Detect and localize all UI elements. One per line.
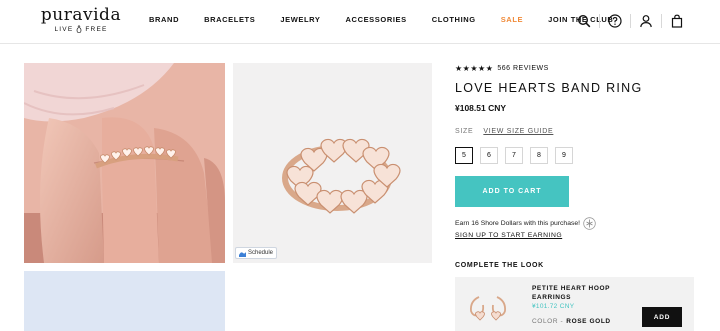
main-nav: BRAND BRACELETS JEWELRY ACCESSORIES CLOT…: [149, 15, 638, 25]
size-option-7[interactable]: 7: [505, 147, 523, 164]
signup-link[interactable]: SIGN UP TO START EARNING: [455, 232, 562, 239]
bag-icon[interactable]: [668, 12, 686, 30]
product-image-ring[interactable]: [233, 63, 432, 263]
recommended-item-price: ¥101.72 CNY: [532, 303, 575, 310]
complete-the-look-card: PETITE HEART HOOP EARRINGS ¥101.72 CNY C…: [455, 277, 694, 331]
star-icon: ★: [455, 64, 463, 73]
account-icon[interactable]: [637, 12, 655, 30]
size-guide-link[interactable]: VIEW SIZE GUIDE: [483, 128, 553, 135]
add-recommended-button[interactable]: ADD: [642, 307, 682, 327]
shore-dollars-icon: [583, 217, 596, 230]
logo-tagline: LIVE FREE: [40, 25, 122, 33]
header-divider: [630, 14, 631, 28]
color-label: COLOR -: [532, 318, 564, 325]
wave-icon: [239, 251, 246, 257]
logo-wordmark: puravida: [40, 5, 122, 25]
star-icon: ★: [478, 64, 486, 73]
size-option-6[interactable]: 6: [480, 147, 498, 164]
nav-clothing[interactable]: CLOTHING: [432, 15, 476, 25]
product-title: LOVE HEARTS BAND RING: [455, 81, 643, 95]
complete-the-look-heading: COMPLETE THE LOOK: [455, 262, 544, 269]
size-label: SIZE: [455, 128, 474, 135]
help-icon[interactable]: [606, 12, 624, 30]
star-icon: ★: [485, 64, 493, 73]
star-icon: ★: [470, 64, 478, 73]
logo-tagline-right: FREE: [85, 25, 108, 33]
recommended-item-color[interactable]: COLOR - ROSE GOLD: [532, 318, 611, 325]
size-option-9[interactable]: 9: [555, 147, 573, 164]
header-icons: [575, 12, 686, 30]
rewards-info: Earn 16 Shore Dollars with this purchase…: [455, 217, 596, 230]
product-image-third[interactable]: [24, 271, 225, 331]
product-image-on-hand[interactable]: [24, 63, 225, 263]
schedule-label: Schedule: [248, 250, 274, 256]
header-divider: [599, 14, 600, 28]
recommended-item-name[interactable]: PETITE HEART HOOP EARRINGS: [532, 284, 632, 302]
search-icon[interactable]: [575, 12, 593, 30]
nav-bracelets[interactable]: BRACELETS: [204, 15, 255, 25]
schedule-badge[interactable]: Schedule: [235, 247, 278, 259]
product-price: ¥108.51 CNY: [455, 103, 507, 113]
add-to-cart-button[interactable]: ADD TO CART: [455, 176, 569, 207]
star-icon: ★: [462, 64, 470, 73]
color-value: ROSE GOLD: [566, 318, 611, 325]
rating[interactable]: ★ ★ ★ ★ ★ 566 REVIEWS: [455, 64, 549, 73]
size-selector: 5 6 7 8 9: [455, 147, 573, 164]
nav-jewelry[interactable]: JEWELRY: [280, 15, 320, 25]
size-option-5[interactable]: 5: [455, 147, 473, 164]
header-divider: [661, 14, 662, 28]
nav-sale[interactable]: SALE: [501, 15, 523, 25]
review-count[interactable]: 566 REVIEWS: [497, 65, 548, 72]
logo[interactable]: puravida LIVE FREE: [40, 6, 122, 38]
size-header: SIZE VIEW SIZE GUIDE: [455, 128, 553, 135]
nav-accessories[interactable]: ACCESSORIES: [346, 15, 407, 25]
size-option-8[interactable]: 8: [530, 147, 548, 164]
nav-brand[interactable]: BRAND: [149, 15, 179, 25]
earn-text: Earn 16 Shore Dollars with this purchase…: [455, 220, 581, 227]
earrings-image[interactable]: [463, 287, 513, 331]
pineapple-icon: [77, 25, 82, 33]
logo-tagline-left: LIVE: [54, 25, 74, 33]
site-header: puravida LIVE FREE BRAND BRACELETS JEWEL…: [0, 0, 720, 44]
